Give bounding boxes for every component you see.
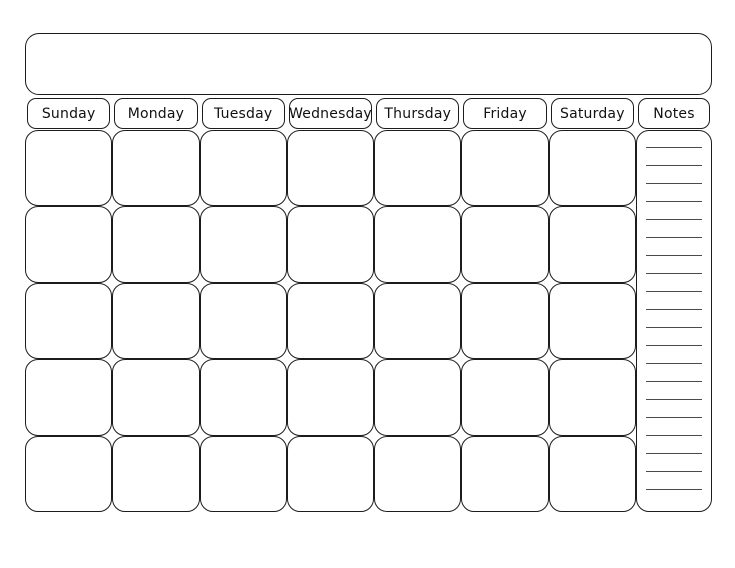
- date-cell[interactable]: [286, 282, 375, 360]
- month-title-text: [26, 34, 711, 94]
- date-cell[interactable]: [461, 435, 549, 512]
- date-cell[interactable]: [374, 435, 462, 512]
- date-cell[interactable]: [461, 282, 549, 360]
- weekday-header-wednesday: Wednesday: [288, 98, 373, 129]
- notes-ruled-lines: [637, 131, 711, 511]
- date-cell[interactable]: [548, 359, 636, 436]
- notes-line[interactable]: [646, 273, 702, 274]
- date-cell[interactable]: [461, 206, 549, 283]
- date-cell[interactable]: [199, 206, 287, 283]
- notes-line[interactable]: [646, 147, 702, 148]
- date-cell[interactable]: [374, 206, 462, 283]
- date-cell[interactable]: [199, 130, 287, 207]
- date-cell[interactable]: [461, 359, 549, 436]
- notes-line[interactable]: [646, 309, 702, 310]
- weekday-header-tuesday: Tuesday: [201, 98, 285, 129]
- weekday-header-sunday: Sunday: [27, 98, 111, 129]
- notes-line[interactable]: [646, 165, 702, 166]
- weekday-header-label: Thursday: [384, 105, 452, 122]
- notes-header-label: Notes: [653, 105, 695, 122]
- calendar-page: Sunday Monday Tuesday Wednesday Thursday Frid…: [0, 0, 735, 568]
- notes-line[interactable]: [646, 381, 702, 382]
- date-cell[interactable]: [112, 282, 200, 360]
- month-title-field[interactable]: [25, 33, 712, 95]
- notes-line[interactable]: [646, 435, 702, 436]
- notes-line[interactable]: [646, 363, 702, 364]
- notes-line[interactable]: [646, 255, 702, 256]
- notes-header: Notes: [638, 98, 710, 129]
- notes-line[interactable]: [646, 399, 702, 400]
- notes-line[interactable]: [646, 345, 702, 346]
- date-cell[interactable]: [286, 359, 375, 436]
- date-cell[interactable]: [112, 206, 200, 283]
- weekday-header-saturday: Saturday: [550, 98, 634, 129]
- date-cell[interactable]: [25, 206, 113, 283]
- date-cell[interactable]: [25, 435, 113, 512]
- weekday-header-label: Friday: [483, 105, 527, 122]
- notes-line[interactable]: [646, 291, 702, 292]
- date-grid: [25, 130, 636, 512]
- date-cell[interactable]: [112, 359, 200, 436]
- notes-line[interactable]: [646, 453, 702, 454]
- date-cell[interactable]: [25, 282, 113, 360]
- date-cell[interactable]: [25, 130, 113, 207]
- weekday-header-label: Tuesday: [214, 105, 273, 122]
- date-cell[interactable]: [199, 435, 287, 512]
- date-cell[interactable]: [548, 130, 636, 207]
- weekday-header-monday: Monday: [114, 98, 198, 129]
- notes-line[interactable]: [646, 489, 702, 490]
- notes-line[interactable]: [646, 183, 702, 184]
- date-cell[interactable]: [199, 282, 287, 360]
- date-cell[interactable]: [286, 435, 375, 512]
- weekday-header-friday: Friday: [463, 98, 547, 129]
- date-cell[interactable]: [25, 359, 113, 436]
- date-cell[interactable]: [374, 130, 462, 207]
- notes-panel[interactable]: [636, 130, 712, 512]
- notes-line[interactable]: [646, 219, 702, 220]
- notes-line[interactable]: [646, 417, 702, 418]
- weekday-header-label: Sunday: [41, 105, 96, 122]
- date-cell[interactable]: [374, 359, 462, 436]
- weekday-header-row: Sunday Monday Tuesday Wednesday Thursday Frid…: [25, 98, 712, 129]
- date-cell[interactable]: [548, 282, 636, 360]
- weekday-header-label: Wednesday: [289, 105, 372, 122]
- date-cell[interactable]: [548, 206, 636, 283]
- notes-line[interactable]: [646, 237, 702, 238]
- date-cell[interactable]: [548, 435, 636, 512]
- date-cell[interactable]: [461, 130, 549, 207]
- date-cell[interactable]: [286, 130, 375, 207]
- notes-line[interactable]: [646, 201, 702, 202]
- notes-line[interactable]: [646, 471, 702, 472]
- weekday-header-label: Saturday: [559, 105, 625, 122]
- date-cell[interactable]: [112, 130, 200, 207]
- weekday-header-thursday: Thursday: [376, 98, 460, 129]
- notes-line[interactable]: [646, 327, 702, 328]
- date-cell[interactable]: [112, 435, 200, 512]
- date-cell[interactable]: [286, 206, 375, 283]
- date-cell[interactable]: [374, 282, 462, 360]
- date-cell[interactable]: [199, 359, 287, 436]
- weekday-header-label: Monday: [127, 105, 185, 122]
